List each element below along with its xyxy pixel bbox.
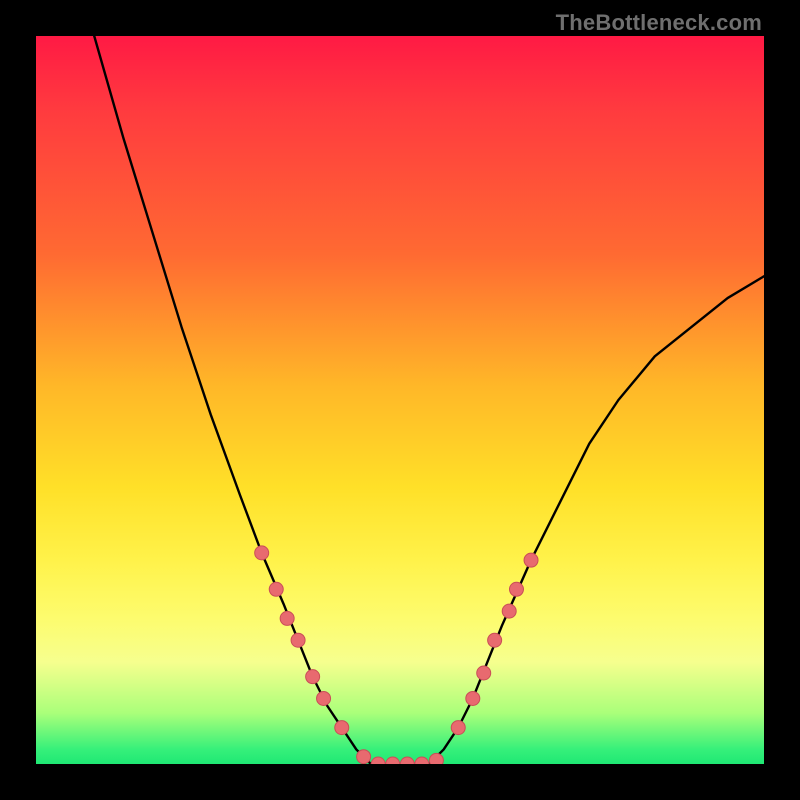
curve-marker — [429, 753, 443, 764]
curve-marker — [280, 611, 294, 625]
curve-marker — [502, 604, 516, 618]
plot-area — [36, 36, 764, 764]
curve-marker — [451, 721, 465, 735]
curve-marker — [400, 757, 414, 764]
curve-marker — [357, 750, 371, 764]
curve-marker — [371, 757, 385, 764]
curve-marker — [415, 757, 429, 764]
curve-marker — [477, 666, 491, 680]
curve-path — [94, 36, 764, 764]
curve-marker — [306, 670, 320, 684]
curve-marker — [317, 691, 331, 705]
curve-marker — [255, 546, 269, 560]
curve-marker — [335, 721, 349, 735]
curve-marker — [386, 757, 400, 764]
chart-frame: TheBottleneck.com — [0, 0, 800, 800]
curve-marker — [509, 582, 523, 596]
curve-marker — [488, 633, 502, 647]
bottleneck-curve — [36, 36, 764, 764]
curve-marker — [291, 633, 305, 647]
watermark-text: TheBottleneck.com — [556, 10, 762, 36]
curve-marker — [269, 582, 283, 596]
curve-marker — [466, 691, 480, 705]
curve-marker — [524, 553, 538, 567]
